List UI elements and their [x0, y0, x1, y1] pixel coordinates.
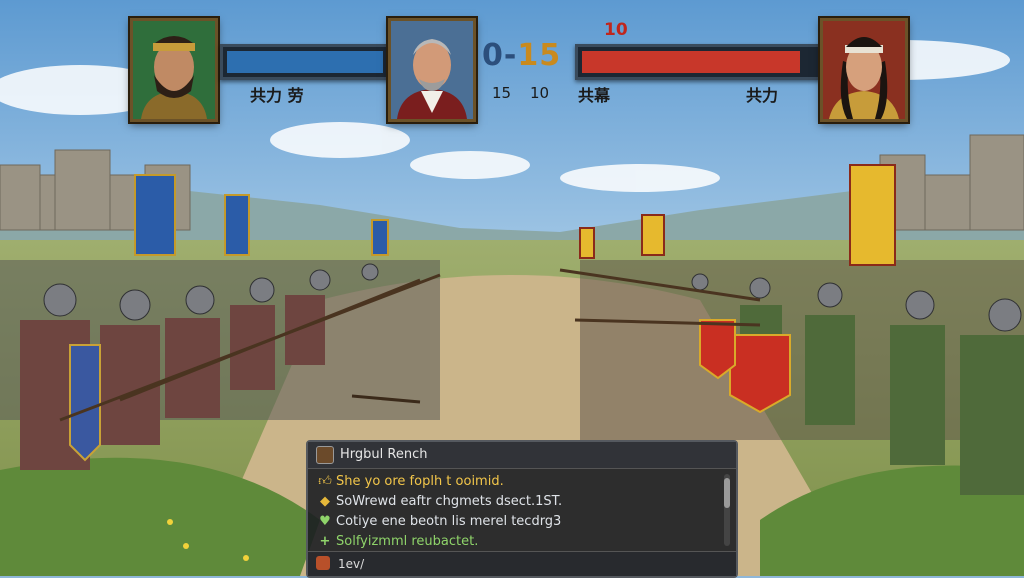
right-general-face-icon — [823, 21, 905, 119]
left-army-label: 共力 劳 — [250, 86, 304, 105]
chat-line-4-text: Solfyizmml reubactet. — [336, 534, 479, 549]
left-general-face-icon — [133, 21, 215, 119]
chat-line-2-text: SoWrewd eaftr chgmets dsect.1ST. — [336, 494, 563, 509]
battle-score: 0-15 — [482, 38, 561, 73]
center-commander-portrait[interactable] — [388, 18, 476, 122]
heart-icon: ♥ — [319, 514, 331, 529]
right-army-strength-bar — [575, 44, 821, 80]
sub-score-right: 10 — [530, 84, 550, 102]
left-general-portrait[interactable] — [130, 18, 218, 122]
right-label-1: 共幕 — [578, 86, 611, 105]
score-left: 0 — [482, 38, 504, 73]
chat-title: Hrgbul Rench — [340, 447, 428, 462]
chat-line-4: + Solfyizmml reubactet. — [318, 534, 479, 549]
right-general-portrait[interactable] — [820, 18, 908, 122]
chat-input-icon — [316, 556, 330, 570]
chat-line-1-text: She yo ore foplh t ooimid. — [336, 474, 504, 489]
chat-avatar-icon — [316, 446, 334, 464]
chat-line-2: ◆ SoWrewd eaftr chgmets dsect.1ST. — [318, 494, 562, 509]
shield-icon: ◆ — [320, 494, 330, 509]
right-top-number: 10 — [604, 20, 628, 40]
chat-scroll-thumb[interactable] — [724, 478, 730, 508]
plus-icon: + — [319, 534, 331, 549]
left-army-strength-bar — [220, 44, 390, 80]
battle-hud: 共力 劳 0-15 15 10 10 共幕 共力 — [0, 0, 1024, 140]
commander-face-icon — [391, 21, 473, 119]
chat-input-row[interactable]: 1ev/ — [308, 551, 736, 576]
score-right: 15 — [517, 38, 562, 73]
chat-line-3-text: Cotiye ene beotn lis merel tecdrg3 — [336, 514, 562, 529]
chat-header: Hrgbul Rench — [308, 442, 736, 469]
sub-score-left: 15 — [492, 84, 512, 102]
score-separator: - — [503, 38, 518, 73]
chat-panel[interactable]: Hrgbul Rench 👍︎ She yo ore foplh t ooimid… — [306, 440, 738, 578]
chat-input[interactable]: 1ev/ — [338, 557, 364, 571]
chat-scrollbar[interactable] — [724, 474, 730, 546]
chat-line-1: 👍︎ She yo ore foplh t ooimid. — [318, 474, 504, 489]
right-army-strength-fill — [582, 51, 800, 73]
left-army-strength-fill — [227, 51, 383, 73]
right-label-2: 共力 — [746, 86, 779, 105]
thumb-icon: 👍︎ — [318, 474, 332, 489]
chat-line-3: ♥ Cotiye ene beotn lis merel tecdrg3 — [318, 514, 561, 529]
